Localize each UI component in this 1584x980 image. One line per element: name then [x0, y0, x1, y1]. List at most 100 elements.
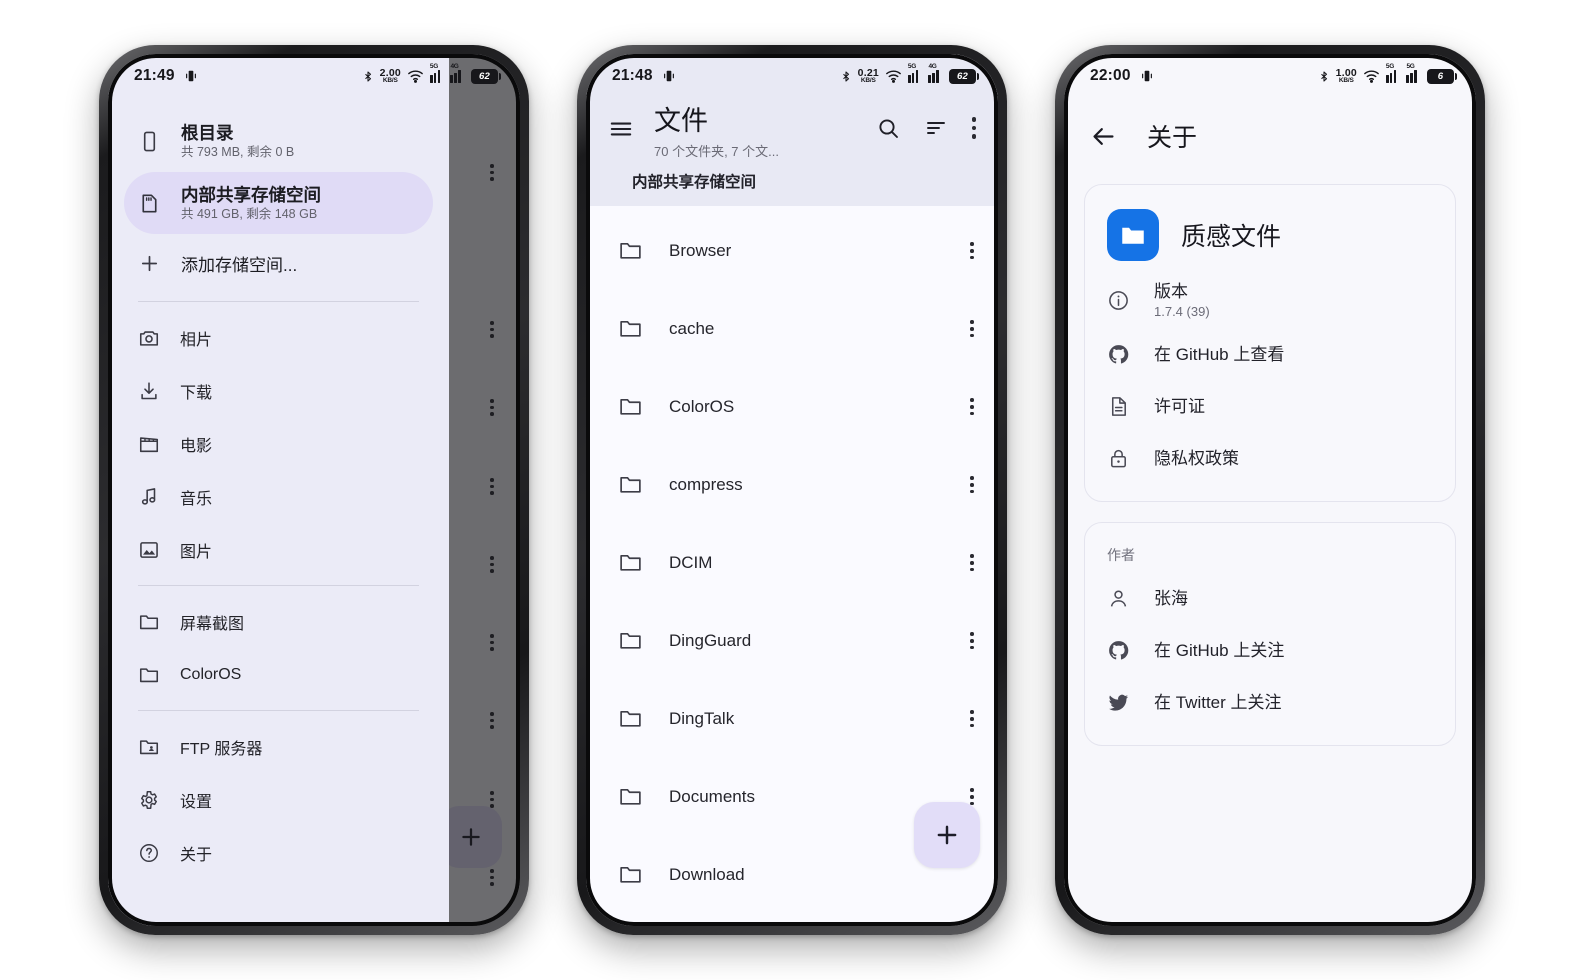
- drawer-divider: [138, 710, 419, 711]
- file-name: DingTalk: [669, 708, 735, 728]
- page-title: 关于: [1147, 124, 1198, 152]
- add-storage-item[interactable]: 添加存储空间...: [124, 234, 433, 292]
- github-icon: [1107, 639, 1130, 662]
- folder-app-icon: [1107, 209, 1159, 261]
- sidebar-item-photos[interactable]: 相片: [124, 311, 433, 364]
- arrow-left-icon[interactable]: [1090, 123, 1117, 150]
- sidebar-item-label: FTP 服务器: [180, 740, 263, 758]
- more-vertical-icon[interactable]: [970, 398, 974, 416]
- bluetooth-icon: [362, 69, 374, 84]
- about-row-version[interactable]: 版本 1.7.4 (39): [1085, 273, 1455, 329]
- wifi-icon: [407, 69, 424, 83]
- storage-subtitle: 共 793 MB, 剩余 0 B: [181, 144, 295, 159]
- more-vertical-icon[interactable]: [970, 242, 974, 260]
- app-bar: 关于: [1064, 98, 1476, 164]
- more-vertical-icon[interactable]: [971, 117, 976, 139]
- folder-icon: [618, 862, 643, 887]
- more-vertical-icon[interactable]: [970, 788, 974, 806]
- vibrate-icon: [184, 69, 198, 83]
- status-bar: 21:49 2.00 KB/S 5G 4G 62: [108, 54, 520, 98]
- sidebar-item-label: 电影: [180, 437, 213, 455]
- sidebar-item-ftp-server[interactable]: FTP 服务器: [124, 720, 433, 773]
- signal-label-2: 4G: [450, 62, 459, 70]
- file-name: DingGuard: [669, 630, 752, 650]
- sort-icon[interactable]: [924, 116, 948, 140]
- sidebar-item-pictures[interactable]: 图片: [124, 523, 433, 576]
- sidebar-item-screenshots[interactable]: 屏幕截图: [124, 595, 433, 648]
- status-bar-right: 1.00 KB/S 5G 5G 6: [1318, 63, 1458, 85]
- sidebar-item-label: 音乐: [180, 490, 213, 508]
- hamburger-menu-icon[interactable]: [608, 104, 634, 142]
- music-note-icon: [138, 486, 160, 508]
- vibrate-icon: [662, 69, 676, 83]
- sd-card-icon: [138, 192, 161, 215]
- folder-icon: [138, 664, 160, 686]
- app-bar: 文件 70 个文件夹, 7 个文...: [586, 98, 998, 160]
- row-value: 1.7.4 (39): [1154, 304, 1210, 320]
- storage-item-root[interactable]: 根目录 共 793 MB, 剩余 0 B: [124, 110, 433, 172]
- more-vertical-icon[interactable]: [970, 320, 974, 338]
- signal-bars-2: 5G: [1406, 63, 1421, 83]
- file-name: compress: [669, 474, 743, 494]
- file-row[interactable]: Browser: [586, 212, 998, 290]
- status-bar: 21:48 0.21 KB/S 5G 4G 62: [586, 54, 998, 98]
- about-row-view-github[interactable]: 在 GitHub 上查看: [1085, 329, 1455, 381]
- author-row-follow-github[interactable]: 在 GitHub 上关注: [1085, 625, 1455, 677]
- battery-indicator: 6: [1427, 68, 1458, 84]
- drawer-divider: [138, 585, 419, 586]
- sidebar-item-music[interactable]: 音乐: [124, 470, 433, 523]
- file-list-header: 21:48 0.21 KB/S 5G 4G 62 文件 70 个文件夹, 7 个…: [586, 54, 998, 206]
- more-vertical-icon[interactable]: [970, 710, 974, 728]
- status-bar-right: 0.21 KB/S 5G 4G 62: [840, 63, 980, 85]
- signal-bars-2: 4G: [928, 63, 943, 83]
- storage-item-internal-shared[interactable]: 内部共享存储空间 共 491 GB, 剩余 148 GB: [124, 172, 433, 234]
- search-icon[interactable]: [876, 116, 900, 140]
- add-fab[interactable]: [914, 802, 980, 868]
- page-subtitle: 70 个文件夹, 7 个文...: [654, 143, 779, 159]
- more-vertical-icon[interactable]: [970, 476, 974, 494]
- sidebar-item-downloads[interactable]: 下载: [124, 364, 433, 417]
- row-label: 隐私权政策: [1154, 448, 1239, 468]
- bluetooth-icon: [1318, 69, 1330, 84]
- screenshot-stage: 根目录 共 793 MB, 剩余 0 B 内部共享存储空间 共 491 GB, …: [0, 0, 1584, 980]
- sidebar-item-settings[interactable]: 设置: [124, 773, 433, 826]
- about-row-privacy-policy[interactable]: 隐私权政策: [1085, 433, 1455, 485]
- sidebar-item-about[interactable]: 关于: [124, 826, 433, 879]
- author-row-name[interactable]: 张海: [1085, 573, 1455, 625]
- file-row[interactable]: compress: [586, 446, 998, 524]
- file-row[interactable]: DCIM: [586, 524, 998, 602]
- about-row-license[interactable]: 许可证: [1085, 381, 1455, 433]
- add-storage-label: 添加存储空间...: [181, 255, 298, 275]
- file-name: ColorOS: [669, 396, 735, 416]
- breadcrumb[interactable]: 内部共享存储空间: [586, 160, 998, 192]
- signal-bars-2: 4G: [450, 63, 465, 83]
- app-bar-actions: [876, 104, 976, 140]
- sidebar-item-coloros[interactable]: ColorOS: [124, 648, 433, 701]
- status-clock: 21:48: [612, 67, 653, 84]
- sidebar-item-movies[interactable]: 电影: [124, 417, 433, 470]
- folder-icon: [618, 316, 643, 341]
- file-name: cache: [669, 318, 715, 338]
- status-bar-left: 21:48: [612, 67, 676, 85]
- network-speed-unit: KB/S: [860, 77, 876, 84]
- info-circle-icon: [1107, 289, 1130, 312]
- more-vertical-icon[interactable]: [970, 632, 974, 650]
- gear-icon: [138, 789, 160, 811]
- person-icon: [1107, 587, 1130, 610]
- network-speed: 0.21 KB/S: [858, 67, 879, 85]
- page-title: 文件: [654, 106, 708, 136]
- file-row[interactable]: cache: [586, 290, 998, 368]
- phone-2-file-list: 21:48 0.21 KB/S 5G 4G 62 文件 70 个文件夹, 7 个…: [577, 45, 1007, 935]
- network-speed-unit: KB/S: [382, 77, 398, 84]
- file-row[interactable]: DingGuard: [586, 602, 998, 680]
- file-name: Download: [669, 864, 745, 884]
- file-row[interactable]: DingTalk: [586, 680, 998, 758]
- more-vertical-icon[interactable]: [970, 554, 974, 572]
- battery-indicator: 62: [949, 68, 980, 84]
- sidebar-item-label: 关于: [180, 846, 213, 864]
- author-row-follow-twitter[interactable]: 在 Twitter 上关注: [1085, 677, 1455, 729]
- plus-icon: [138, 252, 161, 275]
- status-bar-right: 2.00 KB/S 5G 4G 62: [362, 63, 502, 85]
- twitter-icon: [1107, 691, 1130, 714]
- file-row[interactable]: ColorOS: [586, 368, 998, 446]
